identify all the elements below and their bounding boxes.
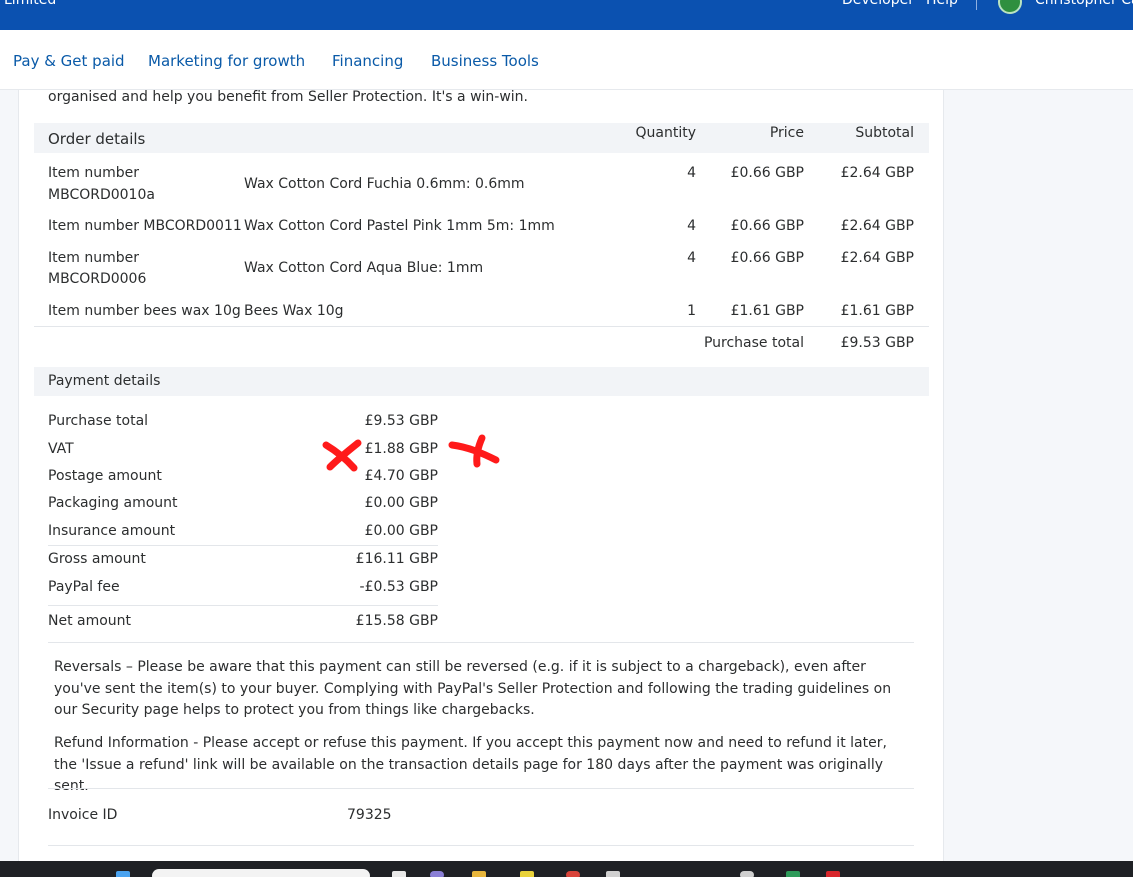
main-nav: Pay & Get paid Marketing for growth Fina… [0, 30, 1133, 90]
payment-divider [48, 545, 438, 546]
item-subtotal: £2.64 GBP [840, 218, 914, 234]
item-subtotal: £2.64 GBP [840, 165, 914, 181]
payment-value: £1.88 GBP [364, 441, 438, 457]
order-details-title: Order details [48, 130, 146, 148]
section-divider [48, 642, 914, 643]
nav-financing[interactable]: Financing [332, 52, 403, 70]
payment-details-header [34, 367, 929, 396]
item-subtotal: £1.61 GBP [840, 303, 914, 319]
taskbar-app-icon[interactable] [520, 871, 534, 877]
taskbar-app-icon[interactable] [740, 871, 754, 877]
taskbar-app-icon[interactable] [392, 871, 406, 877]
section-divider [48, 788, 914, 789]
item-description: Wax Cotton Cord Fuchia 0.6mm: 0.6mm [244, 176, 525, 192]
item-description: Bees Wax 10g [244, 303, 344, 319]
developer-link[interactable]: Developer [842, 0, 914, 8]
payment-value: -£0.53 GBP [359, 579, 438, 595]
item-number: Item number MBCORD0011 [48, 218, 242, 234]
taskbar-search-box[interactable] [152, 869, 370, 877]
brand-name: Limited [4, 0, 57, 8]
purchase-total-value: £9.53 GBP [840, 335, 914, 351]
payment-value: £0.00 GBP [364, 523, 438, 539]
payment-value: £9.53 GBP [364, 413, 438, 429]
taskbar-app-icon[interactable] [826, 871, 840, 877]
taskbar-app-icon[interactable] [606, 871, 620, 877]
price-header: Price [769, 125, 804, 141]
purchase-total-label: Purchase total [703, 335, 804, 351]
red-x-mark-icon [322, 439, 362, 472]
item-price: £1.61 GBP [730, 303, 804, 319]
payment-value: £15.58 GBP [355, 613, 438, 629]
payment-value: £0.00 GBP [364, 495, 438, 511]
order-divider [34, 326, 929, 327]
invoice-id-label: Invoice ID [48, 807, 118, 823]
item-quantity: 4 [687, 218, 696, 234]
payment-label: Postage amount [48, 468, 162, 484]
invoice-id-value: 79325 [347, 807, 392, 823]
nav-business-tools[interactable]: Business Tools [431, 52, 539, 70]
reversals-note: Reversals – Please be aware that this pa… [54, 659, 892, 718]
payment-label: Purchase total [48, 413, 149, 429]
user-name[interactable]: Christopher Ca [1035, 0, 1133, 8]
top-bar: Limited Developer Help Christopher Ca [0, 0, 1133, 30]
item-description: Wax Cotton Cord Pastel Pink 1mm 5m: 1mm [244, 218, 555, 234]
payment-details-title: Payment details [48, 373, 161, 389]
section-divider [48, 845, 914, 846]
payment-value: £16.11 GBP [355, 551, 438, 567]
topbar-divider [976, 0, 977, 10]
subtotal-header: Subtotal [855, 125, 914, 141]
intro-text: organised and help you benefit from Sell… [48, 89, 528, 105]
item-quantity: 1 [687, 303, 696, 319]
taskbar-app-icon[interactable] [430, 871, 444, 877]
item-number: Item number [48, 165, 139, 181]
nav-pay-get-paid[interactable]: Pay & Get paid [13, 52, 125, 70]
item-number: MBCORD0010a [48, 187, 155, 203]
payment-label: PayPal fee [48, 579, 120, 595]
payment-value: £4.70 GBP [364, 468, 438, 484]
item-number: Item number [48, 250, 139, 266]
item-number: Item number bees wax 10g [48, 303, 241, 319]
payment-label: Insurance amount [48, 523, 176, 539]
item-number: MBCORD0006 [48, 271, 147, 287]
payment-label: Net amount [48, 613, 132, 629]
nav-marketing-for-growth[interactable]: Marketing for growth [148, 52, 305, 70]
quantity-header: Quantity [635, 125, 697, 141]
item-price: £0.66 GBP [730, 165, 804, 181]
item-price: £0.66 GBP [730, 250, 804, 266]
browser-icon[interactable] [566, 871, 580, 877]
item-quantity: 4 [687, 250, 696, 266]
help-link[interactable]: Help [926, 0, 958, 8]
folder-icon[interactable] [472, 871, 486, 877]
item-price: £0.66 GBP [730, 218, 804, 234]
payment-label: Gross amount [48, 551, 146, 567]
avatar[interactable] [998, 0, 1022, 14]
payment-label: VAT [48, 441, 74, 457]
item-quantity: 4 [687, 165, 696, 181]
windows-start-icon[interactable] [116, 871, 130, 877]
payment-divider [48, 605, 438, 606]
payment-label: Packaging amount [48, 495, 178, 511]
taskbar-app-icon[interactable] [786, 871, 800, 877]
red-x-mark-icon [448, 434, 500, 468]
item-subtotal: £2.64 GBP [840, 250, 914, 266]
item-description: Wax Cotton Cord Aqua Blue: 1mm [244, 260, 484, 276]
